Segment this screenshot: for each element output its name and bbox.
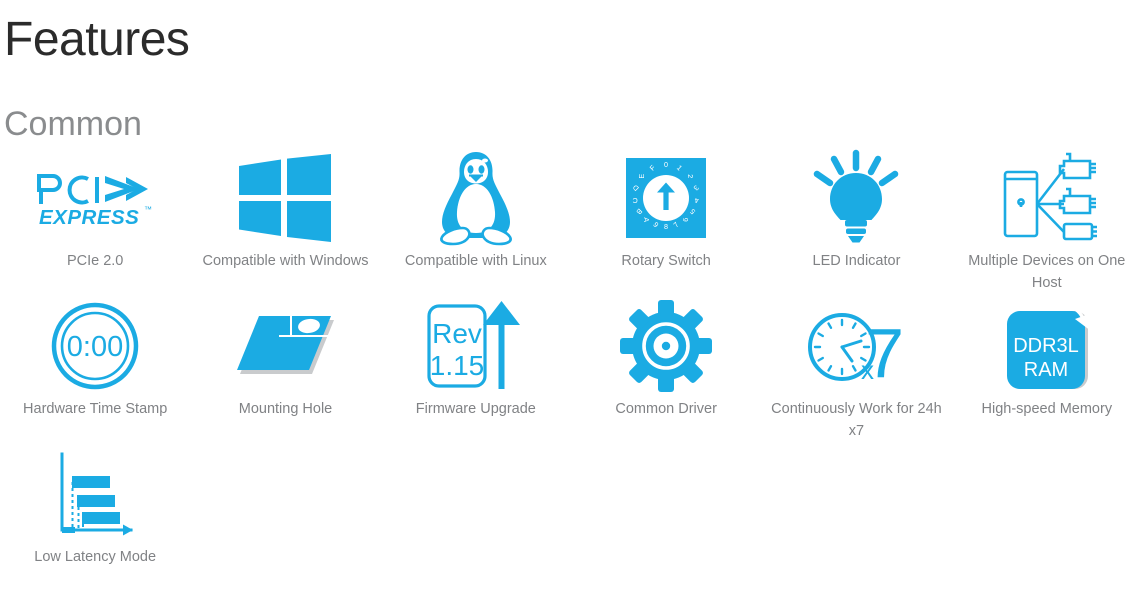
stopwatch-icon: 0:00 — [15, 298, 175, 394]
feature-item-compatible-windows: Compatible with Windows — [190, 150, 380, 298]
low-latency-chart-icon — [15, 446, 175, 542]
multiplier-x: x — [861, 355, 874, 385]
feature-item-continuous-work: 7 x Continuously Work for 24h x7 — [761, 298, 951, 446]
svg-text:C: C — [633, 196, 638, 205]
feature-label: Multiple Devices on One Host — [968, 253, 1126, 292]
feature-label: Compatible with Windows — [202, 253, 369, 269]
grid-spacer — [952, 446, 1142, 594]
features-row-2: 0:00 Hardware Time Stamp Mounting Hole R… — [0, 298, 1142, 446]
feature-item-hardware-time-stamp: 0:00 Hardware Time Stamp — [0, 298, 190, 446]
svg-text:0: 0 — [664, 160, 668, 169]
feature-item-low-latency-mode: Low Latency Mode — [0, 446, 190, 594]
firmware-rev-number: 1.15 — [430, 350, 485, 381]
features-grid: EXPRESS ™ PCIe 2.0 Compatible with Windo… — [0, 149, 1142, 594]
windows-logo-icon — [205, 150, 365, 246]
feature-label: High-speed Memory — [981, 401, 1113, 417]
pci-express-logo-icon: EXPRESS ™ — [15, 150, 175, 246]
svg-text:EXPRESS: EXPRESS — [39, 206, 139, 229]
feature-item-multiple-devices: Multiple Devices on One Host — [952, 150, 1142, 298]
features-page: Features Common EXPRESS ™ PCIe 2.0 Compa… — [0, 0, 1142, 603]
firmware-rev-label: Rev — [432, 318, 482, 349]
svg-text:8: 8 — [664, 222, 668, 231]
lightbulb-icon — [776, 149, 936, 246]
feature-item-compatible-linux: Compatible with Linux — [381, 150, 571, 298]
grid-spacer — [571, 446, 761, 594]
feature-label: Compatible with Linux — [404, 253, 547, 269]
clock-x7-icon: 7 x — [776, 298, 936, 394]
feature-label: Common Driver — [615, 401, 717, 417]
features-row-1: EXPRESS ™ PCIe 2.0 Compatible with Windo… — [0, 149, 1142, 298]
svg-text:4: 4 — [695, 196, 699, 205]
ram-type-line2: RAM — [1024, 359, 1068, 381]
host-multiple-devices-icon — [967, 150, 1127, 246]
ram-type-line1: DDR3L — [1013, 335, 1079, 357]
feature-label: Rotary Switch — [621, 253, 711, 269]
firmware-upgrade-icon: Rev 1.15 — [396, 298, 556, 394]
grid-spacer — [190, 446, 380, 594]
svg-text:A: A — [642, 217, 651, 222]
gear-icon — [586, 298, 746, 394]
feature-label: Hardware Time Stamp — [23, 401, 168, 417]
feature-item-firmware-upgrade: Rev 1.15 Firmware Upgrade — [381, 298, 571, 446]
svg-text:6: 6 — [681, 218, 690, 222]
feature-label: PCIe 2.0 — [66, 253, 124, 269]
page-title: Features — [4, 13, 190, 66]
feature-label: Firmware Upgrade — [415, 401, 536, 417]
feature-item-mounting-hole: Mounting Hole — [190, 298, 380, 446]
svg-text:™: ™ — [144, 205, 152, 214]
feature-label: Continuously Work for 24h x7 — [771, 401, 942, 440]
svg-text:2: 2 — [686, 174, 695, 178]
features-row-3: Low Latency Mode — [0, 446, 1142, 594]
feature-item-rotary-switch: 0 1 2 3 4 5 6 7 8 9 A B C D E F Rotary S… — [571, 150, 761, 298]
grid-spacer — [381, 446, 571, 594]
linux-tux-penguin-icon — [396, 150, 556, 246]
stopwatch-time-text: 0:00 — [67, 331, 123, 363]
svg-text:E: E — [637, 174, 646, 179]
feature-label: Mounting Hole — [238, 401, 333, 417]
feature-item-high-speed-memory: DDR3L RAM High-speed Memory — [952, 298, 1142, 446]
feature-label: Low Latency Mode — [34, 549, 157, 565]
feature-item-led-indicator: LED Indicator — [761, 149, 951, 298]
feature-label: LED Indicator — [812, 253, 901, 269]
section-title-common: Common — [4, 105, 142, 143]
rotary-switch-icon: 0 1 2 3 4 5 6 7 8 9 A B C D E F — [586, 150, 746, 246]
mounting-plate-hole-icon — [205, 298, 365, 394]
feature-item-common-driver: Common Driver — [571, 298, 761, 446]
grid-spacer — [761, 446, 951, 594]
ddr3l-ram-icon: DDR3L RAM — [967, 298, 1127, 394]
feature-item-pcie-20: EXPRESS ™ PCIe 2.0 — [0, 150, 190, 298]
